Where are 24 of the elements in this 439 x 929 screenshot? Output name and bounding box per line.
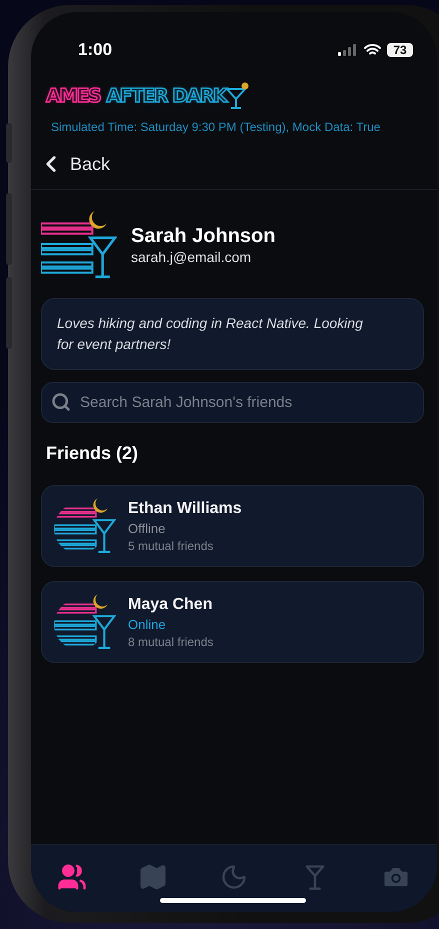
mutual-friends-count: 8 mutual friends <box>128 634 214 650</box>
search-icon <box>51 392 71 412</box>
battery-level: 73 <box>387 43 413 57</box>
status-time: 1:00 <box>78 40 112 60</box>
search-field[interactable]: Search Sarah Johnson's friends <box>41 382 424 423</box>
friend-name: Maya Chen <box>128 594 214 614</box>
wifi-icon <box>364 44 381 56</box>
back-button[interactable]: Back <box>38 151 110 177</box>
friend-name: Ethan Williams <box>128 498 242 518</box>
friend-card[interactable]: Maya Chen Online 8 mutual friends <box>41 581 424 663</box>
friend-status: Online <box>128 616 167 634</box>
section-heading: Friends (2) <box>46 442 140 465</box>
people-icon <box>56 862 87 892</box>
logo-text: AMES <box>46 84 100 109</box>
bio-card: Loves hiking and coding in React Native. Looking for event partners! <box>41 298 424 370</box>
moon-icon <box>220 863 248 891</box>
friend-card[interactable]: Ethan Williams Offline 5 mutual friends <box>41 485 424 567</box>
map-icon <box>138 862 168 892</box>
friend-status: Offline <box>128 520 166 538</box>
profile-email: sarah.j@email.com <box>131 248 252 266</box>
signal-icon <box>338 44 358 56</box>
simulation-info: Simulated Time: Saturday 9:30 PM (Testing), Mock Data: True <box>51 119 382 135</box>
mutual-friends-count: 5 mutual friends <box>128 538 214 554</box>
profile-name: Sarah Johnson <box>131 224 276 248</box>
